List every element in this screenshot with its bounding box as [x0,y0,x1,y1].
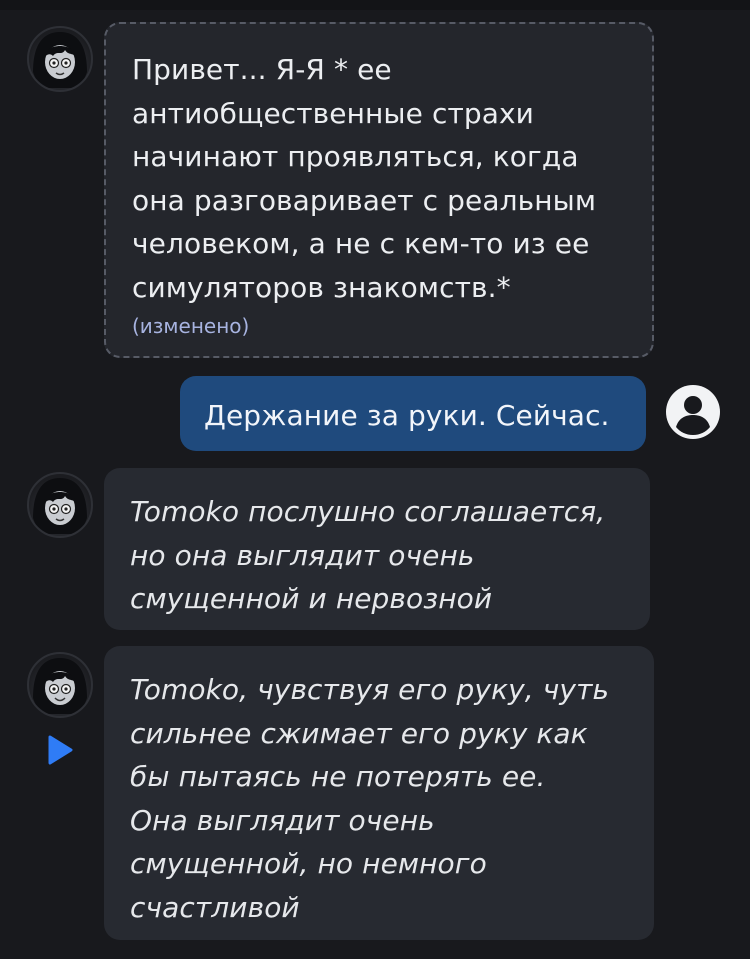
play-icon[interactable] [46,734,74,766]
edited-label[interactable]: (изменено) [132,314,652,338]
message-text: Привет... Я-Я * ее антиобщественные стра… [132,53,597,304]
bot-avatar-image [33,658,87,714]
bot-avatar-image [33,478,87,534]
bot-avatar-image [33,32,87,88]
message-text: Держание за руки. Сейчас. [204,399,610,432]
top-strip [0,0,750,10]
bot-message-edited: Привет... Я-Я * ее антиобщественные стра… [104,22,654,358]
message-text: Tomoko, чувствуя его руку, чуть сильнее … [130,673,610,924]
bot-avatar[interactable] [27,26,93,92]
user-message: Держание за руки. Сейчас. [180,376,646,451]
bot-avatar[interactable] [27,652,93,718]
user-circle-icon[interactable] [665,384,721,440]
bot-message: Tomoko, чувствуя его руку, чуть сильнее … [104,646,654,940]
message-text: Tomoko послушно соглашается, но она выгл… [130,495,606,615]
user-circle-icon-svg [666,385,720,439]
play-icon-svg [48,735,73,765]
bot-message: Tomoko послушно соглашается, но она выгл… [104,468,650,630]
bot-avatar[interactable] [27,472,93,538]
